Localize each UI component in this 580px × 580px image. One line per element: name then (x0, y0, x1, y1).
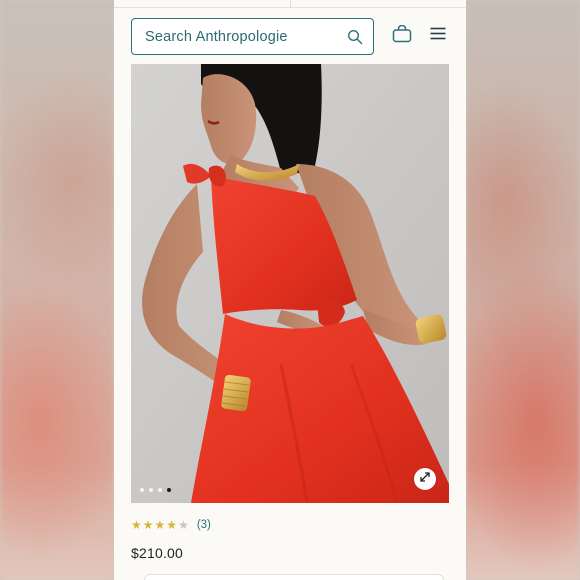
blurred-backdrop-left (0, 0, 114, 580)
shopping-bag-icon (392, 24, 412, 48)
product-image[interactable] (131, 64, 449, 503)
blurred-backdrop-right (466, 0, 580, 580)
product-page: ★★★★★ (3) $210.00 (114, 0, 466, 580)
star-filled-icon: ★ (154, 518, 166, 532)
top-bar-edge (114, 0, 466, 8)
rating-row: ★ ★ ★ ★ ★ (3) (131, 518, 211, 532)
product-photo (131, 64, 449, 503)
shopping-bag-button[interactable] (390, 24, 414, 48)
carousel-dot[interactable] (140, 488, 144, 492)
search-icon[interactable] (347, 29, 363, 45)
hamburger-menu-icon (430, 27, 446, 45)
carousel-dot-active[interactable] (167, 488, 171, 492)
top-bar-divider (290, 0, 291, 8)
carousel-dot[interactable] (158, 488, 162, 492)
carousel-dot[interactable] (149, 488, 153, 492)
review-count-link[interactable]: (3) (197, 519, 211, 531)
carousel-dots (140, 488, 171, 492)
menu-button[interactable] (428, 25, 448, 47)
star-filled-icon: ★ (166, 518, 178, 532)
bottom-bar-edge (144, 574, 444, 580)
expand-arrows-icon (419, 470, 431, 488)
star-filled-icon: ★ (142, 518, 154, 532)
search-input[interactable] (145, 28, 347, 45)
star-empty-icon: ★ (178, 518, 189, 532)
product-price: $210.00 (131, 545, 184, 561)
expand-image-button[interactable] (414, 468, 436, 490)
site-header (114, 8, 466, 64)
star-rating[interactable]: ★ ★ ★ ★ ★ (131, 519, 189, 531)
star-filled-icon: ★ (131, 518, 142, 532)
search-box[interactable] (131, 18, 374, 55)
